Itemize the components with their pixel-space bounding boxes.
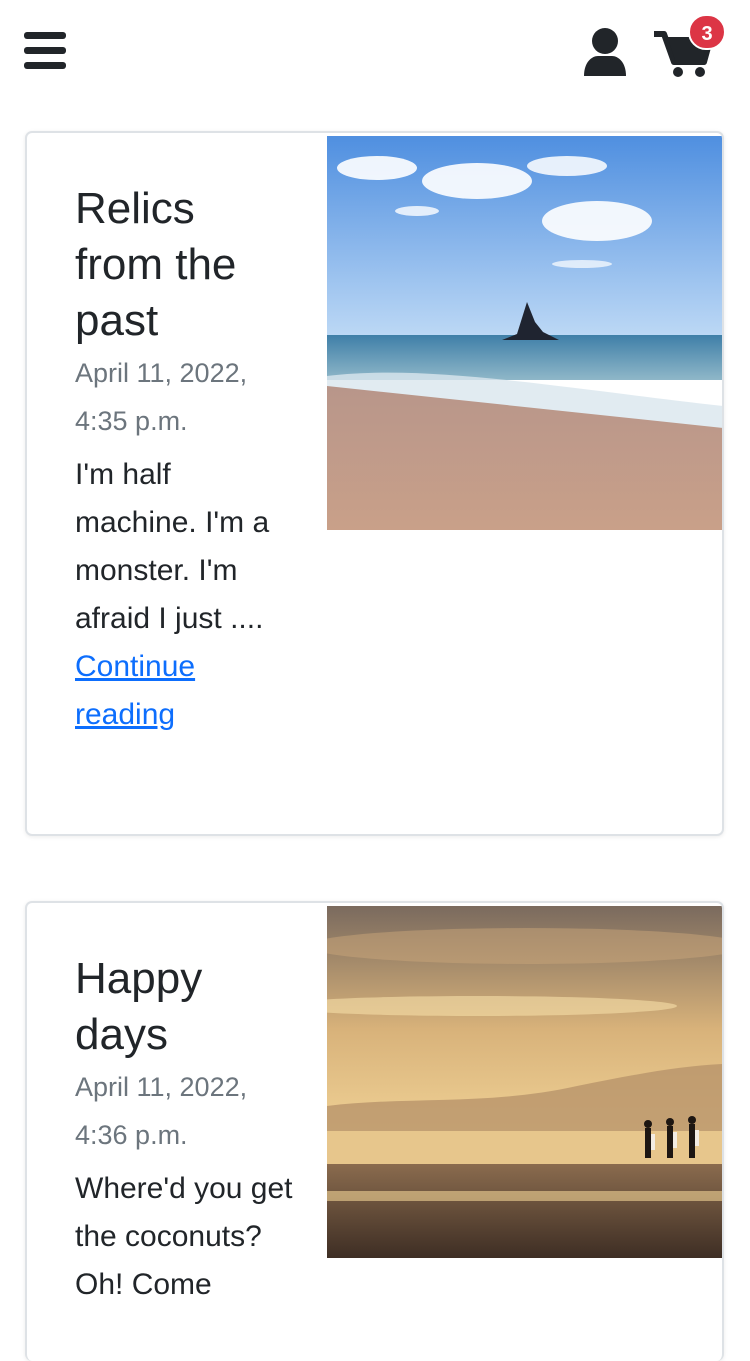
continue-reading-link[interactable]: Continue reading <box>75 650 195 731</box>
post-excerpt: I'm half machine. I'm a monster. I'm afr… <box>75 451 295 739</box>
sunset-beach-surfers-photo[interactable] <box>327 906 722 1258</box>
post-card-body: Happy days April 11, 2022, 4:36 p.m. Whe… <box>75 951 295 1309</box>
post-title[interactable]: Happy days <box>75 951 295 1063</box>
cart-count-badge: 3 <box>688 14 726 50</box>
post-excerpt-text: I'm half machine. I'm a monster. I'm afr… <box>75 458 270 635</box>
user-icon[interactable] <box>582 28 628 76</box>
post-excerpt: Where'd you get the coconuts? Oh! Come <box>75 1172 293 1301</box>
top-navbar: 3 <box>0 0 750 100</box>
hamburger-menu-icon[interactable] <box>24 32 66 72</box>
post-title[interactable]: Relics from the past <box>75 181 295 349</box>
post-card: Happy days April 11, 2022, 4:36 p.m. Whe… <box>25 901 724 1361</box>
post-date: April 11, 2022, 4:36 p.m. <box>75 1072 248 1150</box>
post-card: Relics from the past April 11, 2022, 4:3… <box>25 131 724 836</box>
post-card-body: Relics from the past April 11, 2022, 4:3… <box>75 181 295 739</box>
beach-rock-sea-photo[interactable] <box>327 136 722 530</box>
post-date: April 11, 2022, 4:35 p.m. <box>75 358 248 436</box>
